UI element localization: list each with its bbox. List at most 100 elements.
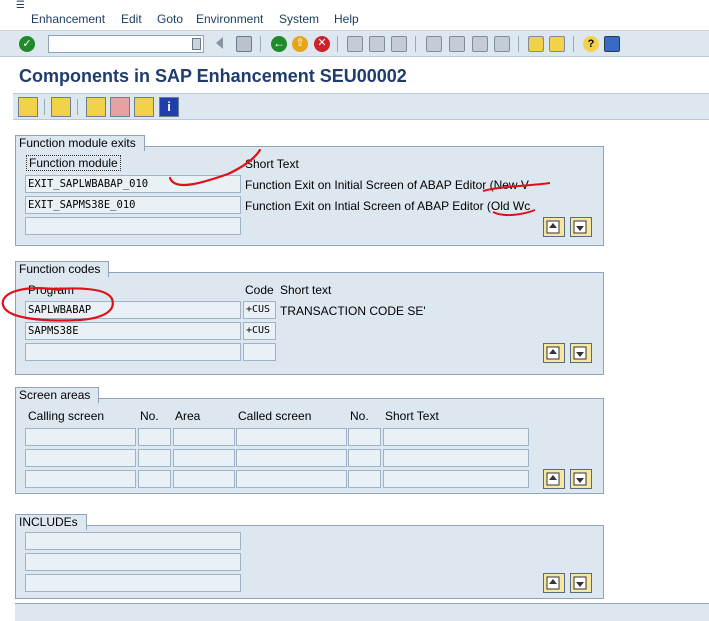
- code-field[interactable]: [243, 343, 276, 361]
- back-icon[interactable]: ←: [271, 36, 287, 52]
- called-screen-field[interactable]: [236, 449, 347, 467]
- previous-page-icon[interactable]: [449, 36, 465, 52]
- short-text-column-header: Short Text: [245, 157, 299, 171]
- page-title: Components in SAP Enhancement SEU00002: [19, 66, 407, 86]
- next-page-icon[interactable]: [472, 36, 488, 52]
- number-field[interactable]: [138, 449, 171, 467]
- number-field[interactable]: [348, 449, 381, 467]
- page-up-button[interactable]: [543, 573, 565, 593]
- screen-areas-group: Screen areas Calling screen No. Area Cal…: [15, 387, 604, 494]
- exit-icon[interactable]: ⇧: [292, 36, 308, 52]
- find-icon[interactable]: [369, 36, 385, 52]
- toolbar-separator: [44, 99, 45, 115]
- command-field[interactable]: [48, 35, 204, 53]
- area-field[interactable]: [173, 428, 235, 446]
- function-module-column-header[interactable]: Function module: [26, 155, 121, 171]
- activate-icon[interactable]: [110, 97, 130, 117]
- short-text-column-header: Short Text: [385, 409, 439, 423]
- cancel-icon[interactable]: ✕: [314, 36, 330, 52]
- check-icon[interactable]: [86, 97, 106, 117]
- info-icon[interactable]: i: [159, 97, 179, 117]
- menu-edit[interactable]: Edit: [121, 12, 142, 26]
- include-field[interactable]: [25, 532, 241, 550]
- code-column-header: Code: [245, 283, 274, 297]
- menu-enhancement[interactable]: Enhancement: [31, 12, 105, 26]
- page-down-button[interactable]: [570, 217, 592, 237]
- includes-group: INCLUDEs: [15, 514, 604, 599]
- screen-areas-title: Screen areas: [15, 387, 100, 403]
- toolbar-separator: [573, 36, 574, 52]
- enter-icon[interactable]: ✓: [19, 36, 35, 52]
- title-area: Components in SAP Enhancement SEU00002: [0, 57, 709, 93]
- area-column-header: Area: [175, 409, 201, 423]
- number-field[interactable]: [348, 470, 381, 488]
- include-field[interactable]: [25, 574, 241, 592]
- toolbar-separator: [260, 36, 261, 52]
- toolbar-separator: [337, 36, 338, 52]
- menu-help[interactable]: Help: [334, 12, 359, 26]
- include-field[interactable]: [25, 553, 241, 571]
- function-module-field[interactable]: [25, 217, 241, 235]
- includes-title: INCLUDEs: [15, 514, 87, 530]
- program-column-header: Program: [28, 283, 75, 297]
- code-field[interactable]: +CUS: [243, 301, 276, 319]
- display-change-icon[interactable]: [18, 97, 38, 117]
- menu-environment[interactable]: Environment: [196, 12, 263, 26]
- toolbar-separator: [415, 36, 416, 52]
- layout-icon[interactable]: [604, 36, 620, 52]
- page-down-button[interactable]: [570, 343, 592, 363]
- calling-screen-field[interactable]: [25, 470, 136, 488]
- page-up-button[interactable]: [543, 469, 565, 489]
- program-field[interactable]: SAPLWBABAP: [25, 301, 241, 319]
- program-field[interactable]: [25, 343, 241, 361]
- function-module-field[interactable]: EXIT_SAPMS38E_010: [25, 196, 241, 214]
- first-page-icon[interactable]: [426, 36, 442, 52]
- new-session-icon[interactable]: [528, 36, 544, 52]
- function-codes-title: Function codes: [15, 261, 110, 277]
- short-text-field[interactable]: [383, 470, 529, 488]
- toolbar-separator: [518, 36, 519, 52]
- short-text-field[interactable]: [383, 428, 529, 446]
- find-next-icon[interactable]: [391, 36, 407, 52]
- short-text-column-header: Short text: [280, 283, 332, 297]
- print-icon[interactable]: [347, 36, 363, 52]
- last-page-icon[interactable]: [494, 36, 510, 52]
- number-column-header: No.: [350, 409, 369, 423]
- menu-bar: ☰ Enhancement Edit Goto Environment Syst…: [0, 0, 709, 31]
- function-module-exits-title: Function module exits: [15, 135, 145, 151]
- shortcut-icon[interactable]: [549, 36, 565, 52]
- number-field[interactable]: [138, 470, 171, 488]
- menu-goto[interactable]: Goto: [157, 12, 183, 26]
- called-screen-field[interactable]: [236, 470, 347, 488]
- number-field[interactable]: [348, 428, 381, 446]
- called-screen-column-header: Called screen: [238, 409, 312, 423]
- command-history-icon[interactable]: [192, 38, 201, 50]
- list-icon[interactable]: [134, 97, 154, 117]
- save-icon[interactable]: [236, 36, 252, 52]
- menu-system[interactable]: System: [279, 12, 319, 26]
- area-field[interactable]: [173, 470, 235, 488]
- program-field[interactable]: SAPMS38E: [25, 322, 241, 340]
- calling-screen-field[interactable]: [25, 428, 136, 446]
- page-down-button[interactable]: [570, 469, 592, 489]
- help-icon[interactable]: ?: [583, 36, 599, 52]
- calling-screen-column-header: Calling screen: [28, 409, 105, 423]
- area-field[interactable]: [173, 449, 235, 467]
- function-module-exits-group: Function module exits Function module Sh…: [15, 135, 604, 246]
- page-up-button[interactable]: [543, 343, 565, 363]
- number-field[interactable]: [138, 428, 171, 446]
- short-text-field[interactable]: [383, 449, 529, 467]
- code-field[interactable]: +CUS: [243, 322, 276, 340]
- function-module-field[interactable]: EXIT_SAPLWBABAP_010: [25, 175, 241, 193]
- other-object-icon[interactable]: [51, 97, 71, 117]
- history-arrow-icon[interactable]: [216, 37, 223, 49]
- function-codes-group: Function codes Program Code Short text S…: [15, 261, 604, 375]
- calling-screen-field[interactable]: [25, 449, 136, 467]
- short-text-value: Function Exit on Initial Screen of ABAP …: [245, 178, 529, 192]
- status-bar: [15, 603, 709, 621]
- page-down-button[interactable]: [570, 573, 592, 593]
- short-text-value: TRANSACTION CODE SE': [280, 304, 425, 318]
- page-up-button[interactable]: [543, 217, 565, 237]
- menu-icon[interactable]: ☰: [16, 1, 28, 11]
- called-screen-field[interactable]: [236, 428, 347, 446]
